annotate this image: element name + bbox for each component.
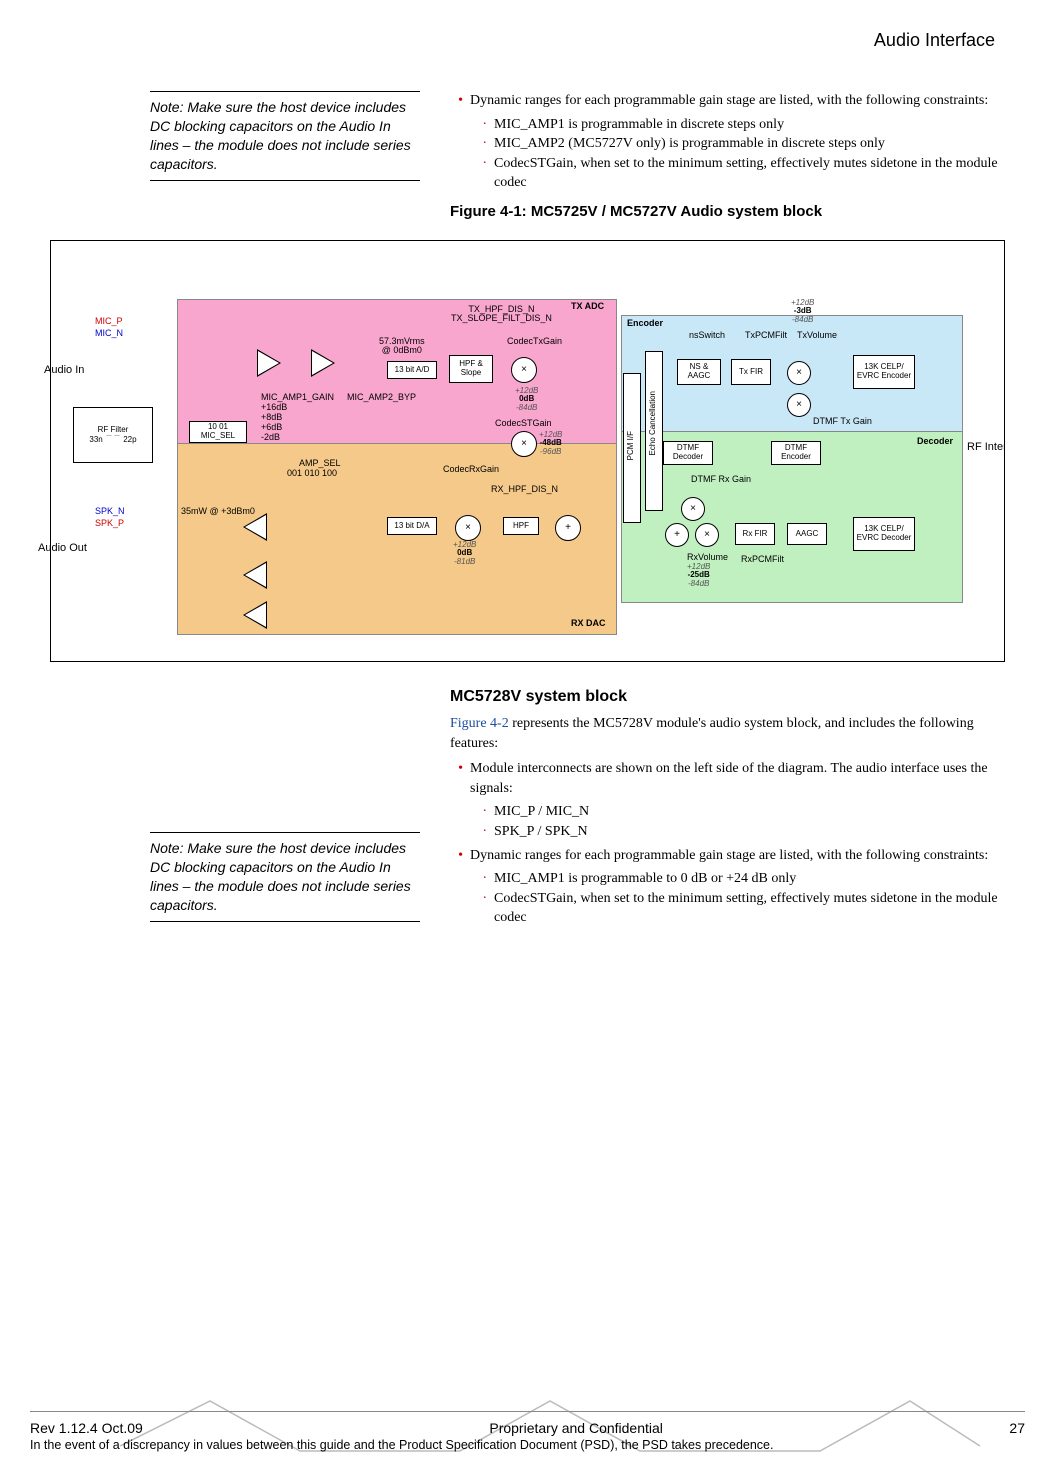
dtmf-rx-gain-node: × [681,497,705,521]
decoder-title: Decoder [917,437,953,446]
rx-fir-block: Rx FIR [735,523,775,545]
dtmf-rx-gain-label: DTMF Rx Gain [691,475,751,484]
rx-volume-node: × [695,523,719,547]
spk-n-label: SPK_N [95,507,125,516]
page-footer: Rev 1.12.4 Oct.09 Proprietary and Confid… [0,1411,1055,1452]
mic-n-label: MIC_N [95,329,123,338]
mic-sel-block: 10 01 MIC_SEL [189,421,247,443]
rx-pcm-filt-label: RxPCMFilt [741,555,784,564]
fig42-lead-para: Figure 4-2 represents the MC5728V module… [450,714,1005,753]
ns-aagc-block: NS & AAGC [677,359,721,385]
tx-fir-block: Tx FIR [731,359,771,385]
mic-amp2-triangle [311,349,335,377]
footer-page: 27 [1009,1420,1025,1436]
dyn-range-lead-2: Dynamic ranges for each programmable gai… [470,846,1005,928]
adc-13bit-block: 13 bit A/D [387,361,437,379]
sig-mic: MIC_P / MIC_N [494,802,1005,822]
echo-cancel-label: Echo Cancellation [648,391,657,455]
note-box-1: Note: Make sure the host device includes… [150,91,420,181]
codec-rx-gain-label: CodecRxGain [443,465,499,474]
pcm-if-label: PCM I/F [626,431,635,460]
dac-13bit-block: 13 bit D/A [387,517,437,535]
dyn2-item-b: CodecSTGain, when set to the minimum set… [494,889,1005,928]
dyn-item-1a: MIC_AMP1 is programmable in discrete ste… [494,115,1005,135]
dyn2-item-a: MIC_AMP1 is programmable to 0 dB or +24 … [494,869,1005,889]
rf-interface-label: RF Interface [967,441,1005,453]
rf-filter-box: RF Filter 33n ﹉﹉ 22p [73,407,153,463]
tx-adc-title: TX ADC [571,302,604,311]
codec-rx-gain-node: × [455,515,481,541]
codec-st-gain-node: × [511,431,537,457]
rx-vol-stack: +12dB -25dB -84dB [687,563,710,588]
rx-hpf-dis-label: RX_HPF_DIS_N [491,485,558,494]
dtmf-tx-gain-node: × [787,393,811,417]
mic-amp1-gain-label: MIC_AMP1_GAIN +16dB +8dB +6dB -2dB [261,393,334,442]
dyn-item-1b: MIC_AMP2 (MC5727V only) is programmable … [494,134,1005,154]
spk-amp1-triangle [243,513,267,541]
note-box-2: Note: Make sure the host device includes… [150,832,420,922]
footer-center: Proprietary and Confidential [489,1420,663,1436]
codec-tx-gain-label: CodecTxGain [507,337,562,346]
rx-sum2-node: + [665,523,689,547]
footer-rev: Rev 1.12.4 Oct.09 [30,1420,143,1436]
celp-encoder-block: 13K CELP/ EVRC Encoder [853,355,915,389]
tx-volume-node: × [787,361,811,385]
amp-sel-label: AMP_SEL [299,459,341,468]
tx-volume-label: TxVolume [797,331,837,340]
footer-disclaimer: In the event of a discrepancy in values … [30,1438,1025,1452]
rx-sum-node: + [555,515,581,541]
codec-tx-gain-node: × [511,357,537,383]
tx-vol-stack: +12dB -3dB -84dB [791,299,814,324]
mic-p-label: MIC_P [95,317,123,326]
mc5728v-heading: MC5728V system block [450,688,1005,706]
spk-amp3-triangle [243,601,267,629]
ns-switch-label: nsSwitch [689,331,725,340]
figure-4-2-link[interactable]: Figure 4-2 [450,716,509,731]
dyn-item-1c: CodecSTGain, when set to the minimum set… [494,154,1005,193]
hpf-block: HPF [503,517,539,535]
mic-amp1-triangle [257,349,281,377]
dtmf-encoder-block: DTMF Encoder [771,441,821,465]
rx-dac-title: RX DAC [571,619,606,628]
tx-gain-stack: +12dB 0dB -84dB [515,387,538,412]
rx-gain-stack: +12dB 0dB -81dB [453,541,476,566]
figure-4-1-caption: Figure 4-1: MC5725V / MC5727V Audio syst… [450,203,1005,220]
rx-volume-label: RxVolume [687,553,728,562]
sig-spk: SPK_P / SPK_N [494,822,1005,842]
amp-sel-vals: 001 010 100 [287,469,337,478]
audio-out-ext: Audio Out [38,542,87,554]
celp-decoder-block: 13K CELP/ EVRC Decoder [853,517,915,551]
mic-amp2-byp-label: MIC_AMP2_BYP [347,393,416,402]
st-gain-stack: +12dB -48dB -96dB [539,431,562,456]
dtmf-decoder-block: DTMF Decoder [663,441,713,465]
page-header-title: Audio Interface [50,30,995,51]
audio-in-ext: Audio In [44,364,84,376]
dyn-range-lead-1: Dynamic ranges for each programmable gai… [470,91,1005,193]
interconnect-bullet: Module interconnects are shown on the le… [470,759,1005,841]
dtmf-tx-gain-label: DTMF Tx Gain [813,417,872,426]
hpf-slope-block: HPF & Slope [449,355,493,383]
aagc-block: AAGC [787,523,827,545]
spk-p-label: SPK_P [95,519,124,528]
audio-system-block-diagram: Audio In Audio Out TX ADC RX DAC Encoder… [50,240,1005,662]
tx-pcm-filt-label: TxPCMFilt [745,331,787,340]
spk-amp2-triangle [243,561,267,589]
codec-st-gain-label: CodecSTGain [495,419,552,428]
tx-hpf-dis-label: TX_HPF_DIS_N TX_SLOPE_FILT_DIS_N [451,305,552,323]
encoder-title: Encoder [627,319,663,328]
adc-rate-label: 57.3mVrms @ 0dBm0 [379,337,425,355]
